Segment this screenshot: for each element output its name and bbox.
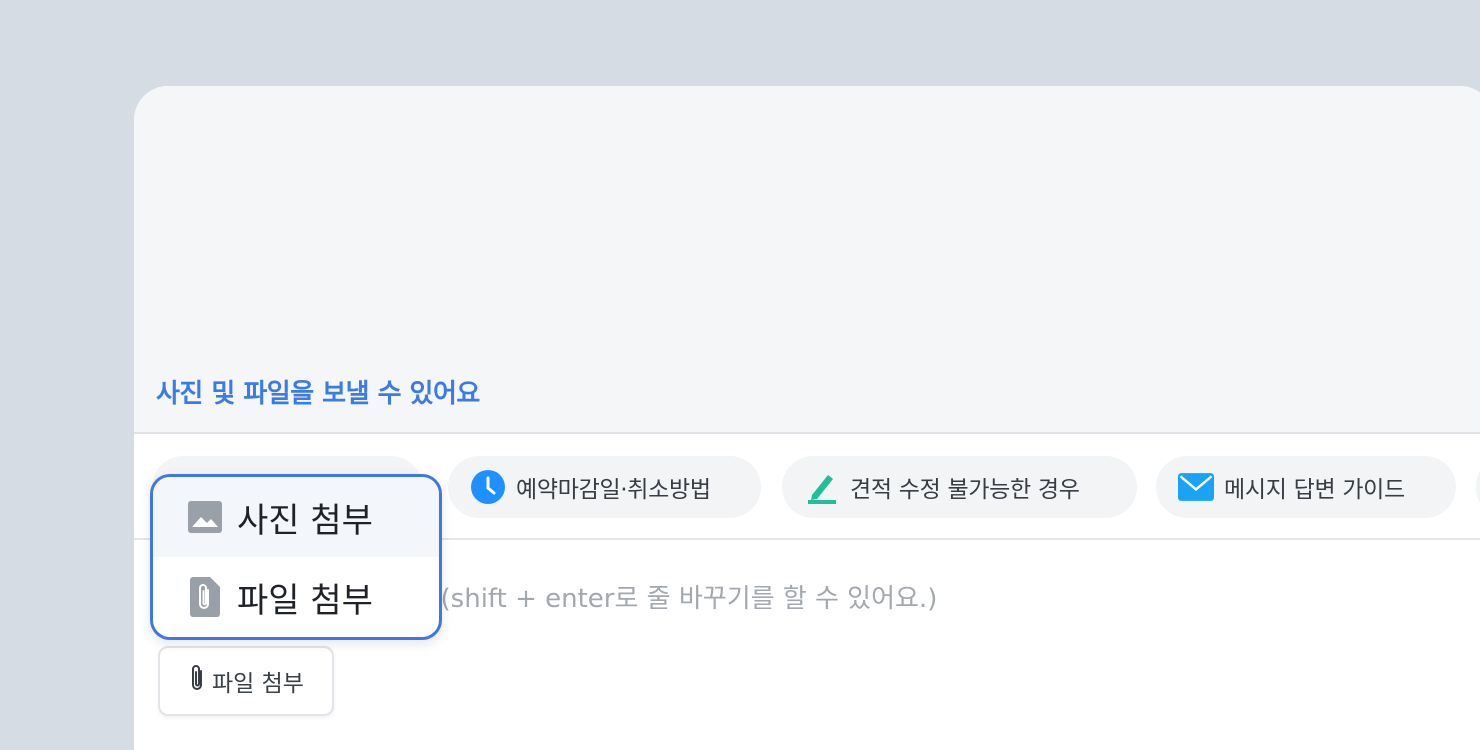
- pencil-icon: [804, 469, 840, 505]
- chip-label: 메시지 답변 가이드: [1224, 477, 1405, 503]
- attach-file-label: 파일 첨부: [212, 671, 304, 697]
- message-input-placeholder: . (shift + enter로 줄 바꾸기를 할 수 있어요.): [424, 584, 938, 614]
- attach-menu: 사진 첨부 파일 첨부: [150, 474, 442, 640]
- chip-message-guide[interactable]: 메시지 답변 가이드: [1156, 456, 1456, 518]
- attachment-preview-area: 사진 및 파일을 보낼 수 있어요: [134, 86, 1480, 434]
- attach-file-button[interactable]: 파일 첨부: [158, 646, 334, 716]
- envelope-icon: [1178, 469, 1214, 505]
- image-icon: [187, 499, 223, 535]
- menu-item-photo[interactable]: 사진 첨부: [153, 477, 439, 557]
- file-clip-icon: [187, 577, 223, 617]
- attachment-hint: 사진 및 파일을 보낼 수 있어요: [156, 379, 480, 409]
- menu-item-label: 사진 첨부: [237, 500, 373, 541]
- menu-item-label: 파일 첨부: [237, 580, 373, 621]
- chat-panel: 사진 및 파일을 보낼 수 있어요 예약마감일·취소방법 견적 수정 불가능한 …: [134, 86, 1480, 750]
- chip-quote-edit[interactable]: 견적 수정 불가능한 경우: [782, 456, 1137, 518]
- paperclip-icon: [188, 663, 206, 699]
- chip-label: 예약마감일·취소방법: [516, 477, 711, 503]
- chip-cancel-policy[interactable]: 예약마감일·취소방법: [448, 456, 761, 518]
- clock-icon: [470, 469, 506, 505]
- chip-label: 견적 수정 불가능한 경우: [850, 477, 1080, 503]
- chip-more[interactable]: [1476, 456, 1480, 518]
- menu-item-file[interactable]: 파일 첨부: [153, 557, 439, 637]
